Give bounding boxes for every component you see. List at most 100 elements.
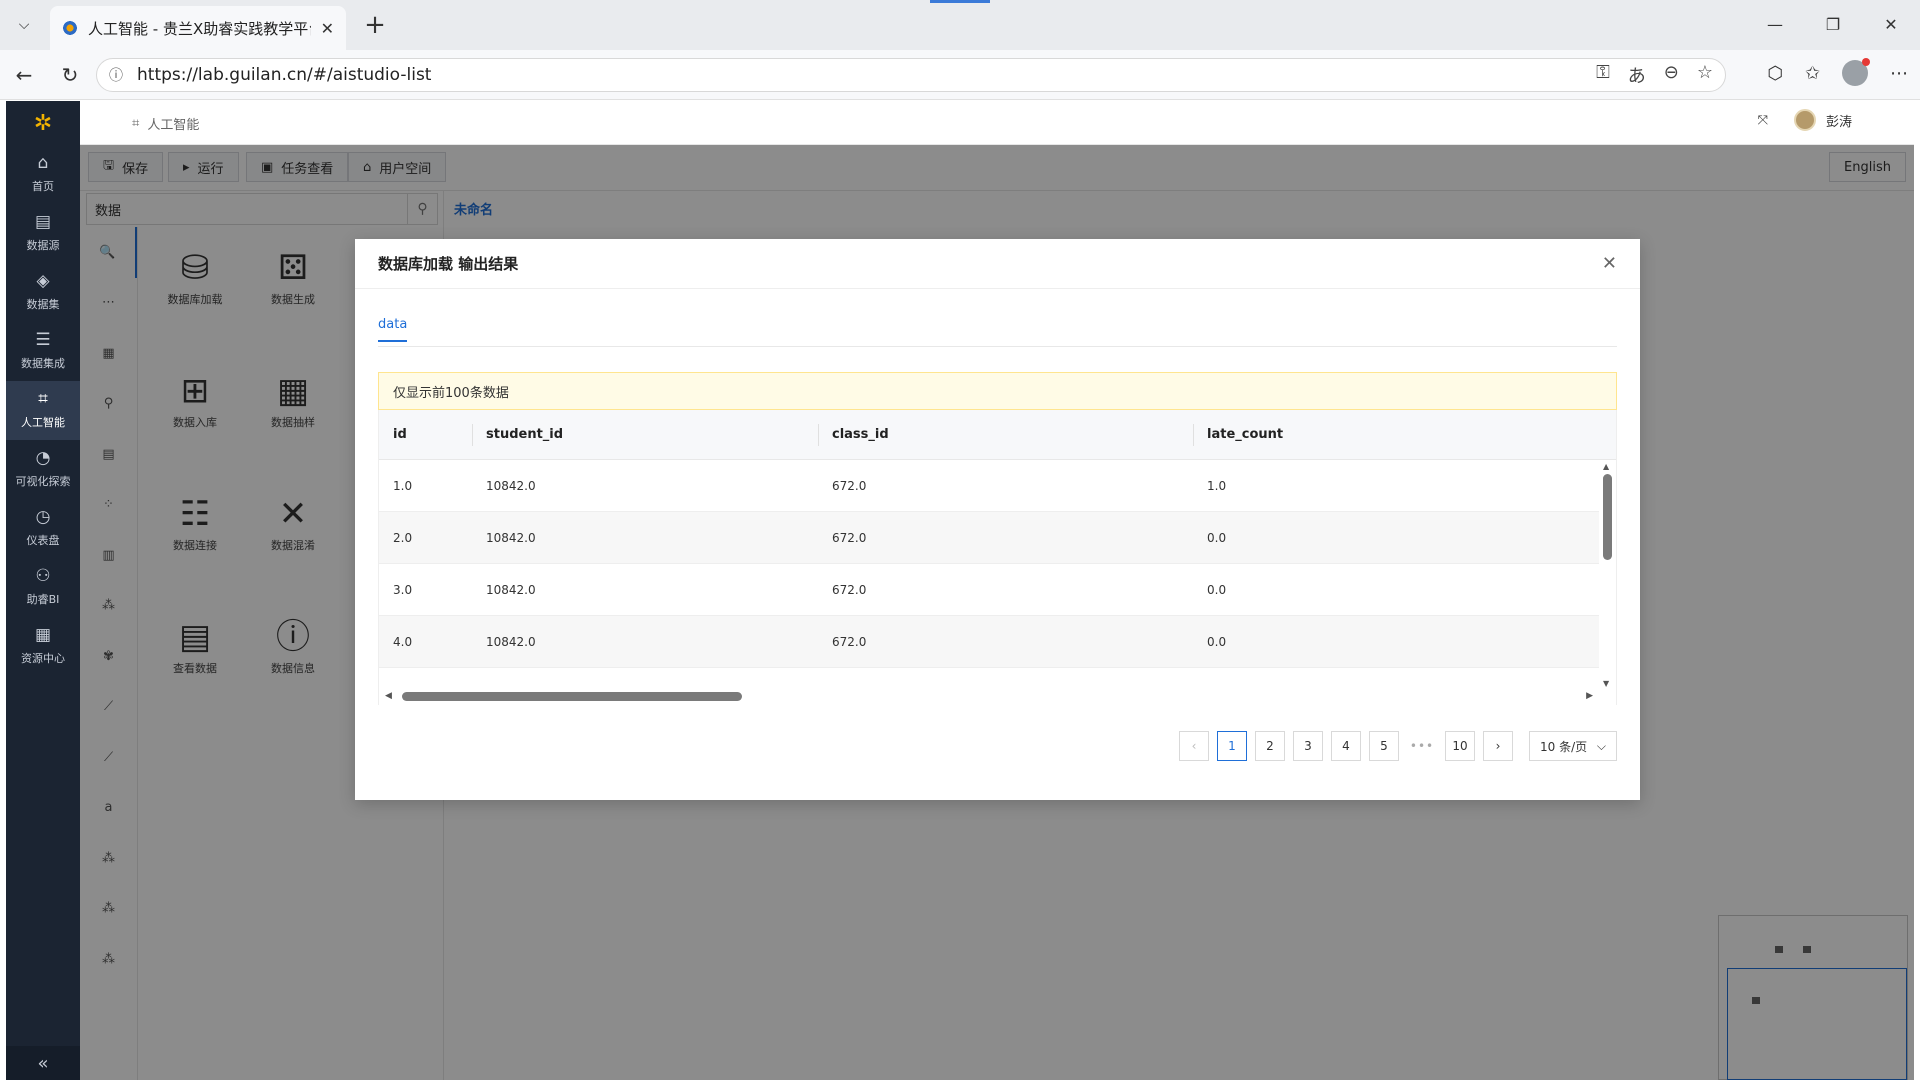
horizontal-scroll-thumb[interactable] <box>402 692 742 701</box>
nav-item-label: 助睿BI <box>26 593 60 606</box>
visual-explore-icon: ◔ <box>35 448 51 468</box>
table-body: 1.0 10842.0 672.0 1.0 2.0 10842.0 672.0 0.0 3.0 1… <box>379 460 1601 705</box>
page-size-select[interactable]: 10 条/页 ⌵ <box>1529 731 1617 761</box>
table-cell: 10842.0 <box>486 478 536 493</box>
window-close-icon[interactable]: ✕ <box>1868 8 1914 40</box>
minimize-icon[interactable]: — <box>1752 8 1798 40</box>
table-cell: 1.0 <box>1207 478 1227 493</box>
collapse-sidebar-icon[interactable]: « <box>6 1046 80 1080</box>
table-cell: 0.0 <box>1207 634 1227 649</box>
ai-breadcrumb-icon: ⌗ <box>132 116 140 131</box>
prev-page-icon[interactable]: ‹ <box>1179 731 1209 761</box>
table-row: 2.0 10842.0 672.0 0.0 <box>379 512 1601 564</box>
password-key-icon[interactable]: ⚿ <box>1596 62 1610 88</box>
nav-item-label: 数据源 <box>26 239 60 252</box>
page-size-value: 10 条/页 <box>1540 739 1588 754</box>
nav-item-dashboard[interactable]: ◷ 仪表盘 <box>6 499 80 558</box>
back-arrow-icon[interactable]: ← <box>8 60 40 90</box>
nav-item-label: 可视化探索 <box>15 475 71 488</box>
scroll-left-icon[interactable]: ◀ <box>385 691 392 701</box>
column-header-class-id[interactable]: class_id <box>818 410 1193 459</box>
table-row: 1.0 10842.0 672.0 1.0 <box>379 460 1601 512</box>
column-header-student-id[interactable]: student_id <box>472 410 818 459</box>
page-button-1[interactable]: 1 <box>1217 731 1247 761</box>
browser-address-bar: ← ↻ ⓘ https://lab.guilan.cn/#/aistudio-l… <box>0 50 1920 100</box>
table-header: id student_id class_id late_count <box>379 410 1616 460</box>
nav-item-label: 数据集成 <box>21 357 65 370</box>
page-button-last[interactable]: 10 <box>1445 731 1475 761</box>
page-button-3[interactable]: 3 <box>1293 731 1323 761</box>
modal-close-icon[interactable]: ✕ <box>1602 253 1617 274</box>
profile-avatar-icon[interactable] <box>1842 58 1870 86</box>
tab-close-icon[interactable]: ✕ <box>321 19 334 38</box>
nav-item-label: 首页 <box>32 180 54 193</box>
table-cell: 10842.0 <box>486 582 536 597</box>
nav-item-home[interactable]: ⌂ 首页 <box>6 145 80 204</box>
url-field[interactable]: ⓘ https://lab.guilan.cn/#/aistudio-list … <box>96 58 1726 92</box>
table-cell: 0.0 <box>1207 530 1227 545</box>
tab-data[interactable]: data <box>378 317 408 342</box>
modal-tabs: data <box>378 317 1617 347</box>
result-table: id student_id class_id late_count 1.0 10842.… <box>378 410 1617 705</box>
horizontal-scrollbar[interactable]: ◀ ▶ <box>379 688 1601 705</box>
user-menu[interactable]: 彭涛 <box>1793 109 1852 131</box>
user-avatar[interactable] <box>1793 109 1816 131</box>
dataset-icon: ◈ <box>36 271 50 291</box>
user-name[interactable]: 彭涛 <box>1826 111 1852 130</box>
fullscreen-icon[interactable]: ⤧ <box>1758 113 1768 128</box>
tab-list-chevron-icon[interactable]: ⌵ <box>6 8 42 42</box>
page-button-5[interactable]: 5 <box>1369 731 1399 761</box>
nav-item-resource-center[interactable]: ▦ 资源中心 <box>6 617 80 676</box>
breadcrumb: ⌗ 人工智能 <box>132 114 199 133</box>
vertical-scroll-thumb[interactable] <box>1603 474 1612 560</box>
dashboard-icon: ◷ <box>35 507 51 527</box>
translate-icon[interactable]: あ <box>1628 62 1646 88</box>
nav-item-data-source[interactable]: ▤ 数据源 <box>6 204 80 263</box>
table-cell: 2.0 <box>393 530 413 545</box>
page-button-2[interactable]: 2 <box>1255 731 1285 761</box>
chevron-down-icon: ⌵ <box>1596 738 1606 753</box>
page-ellipsis[interactable]: ••• <box>1407 739 1437 753</box>
table-cell: 10842.0 <box>486 530 536 545</box>
browser-tab[interactable]: 人工智能 - 贵兰X助睿实践教学平台 ✕ <box>50 6 346 50</box>
nav-item-bi[interactable]: ⚇ 助睿BI <box>6 558 80 617</box>
new-tab-plus-icon[interactable]: + <box>360 10 390 40</box>
reload-icon[interactable]: ↻ <box>54 60 86 90</box>
vertical-scrollbar[interactable]: ▲ ▼ <box>1599 460 1616 690</box>
site-info-icon[interactable]: ⓘ <box>109 65 123 85</box>
table-cell: 1.0 <box>393 478 413 493</box>
extensions-icon[interactable]: ⬡ <box>1767 63 1783 84</box>
scroll-down-icon[interactable]: ▼ <box>1603 679 1609 688</box>
scroll-up-icon[interactable]: ▲ <box>1603 462 1609 471</box>
app-logo-icon[interactable]: ✲ <box>6 101 80 145</box>
table-cell: 672.0 <box>832 478 867 493</box>
tab-title: 人工智能 - 贵兰X助睿实践教学平台 <box>88 19 311 38</box>
nav-item-ai[interactable]: ⌗ 人工智能 <box>6 381 80 440</box>
more-menu-icon[interactable]: ⋯ <box>1890 63 1908 84</box>
pagination: ‹ 1 2 3 4 5 ••• 10 › 10 条/页 ⌵ <box>1179 731 1617 761</box>
nav-item-dataset[interactable]: ◈ 数据集 <box>6 263 80 322</box>
nav-item-label: 仪表盘 <box>26 534 60 547</box>
notification-dot <box>1862 58 1870 66</box>
next-page-icon[interactable]: › <box>1483 731 1513 761</box>
column-header-id[interactable]: id <box>379 410 472 459</box>
scroll-right-icon[interactable]: ▶ <box>1586 691 1593 701</box>
ai-icon: ⌗ <box>38 389 48 409</box>
app-header: ⌗ 人工智能 ⤧ 彭涛 <box>80 101 1914 145</box>
bi-icon: ⚇ <box>35 566 51 586</box>
zoom-out-icon[interactable]: ⊖ <box>1664 62 1679 88</box>
nav-item-data-integration[interactable]: ☰ 数据集成 <box>6 322 80 381</box>
column-header-late-count[interactable]: late_count <box>1193 410 1601 459</box>
favorite-star-icon[interactable]: ☆ <box>1697 62 1713 88</box>
data-source-icon: ▤ <box>34 212 52 232</box>
home-icon: ⌂ <box>37 153 49 173</box>
site-favicon-icon <box>62 20 78 36</box>
favorites-icon[interactable]: ✩ <box>1805 63 1820 84</box>
restore-icon[interactable]: ❐ <box>1810 8 1856 40</box>
table-cell: 3.0 <box>393 582 413 597</box>
page-button-4[interactable]: 4 <box>1331 731 1361 761</box>
nav-item-visual-explore[interactable]: ◔ 可视化探索 <box>6 440 80 499</box>
browser-tab-bar: ⌵ 人工智能 - 贵兰X助睿实践教学平台 ✕ + — ❐ ✕ <box>0 0 1920 50</box>
data-integration-icon: ☰ <box>35 330 51 350</box>
url-text[interactable]: https://lab.guilan.cn/#/aistudio-list <box>137 65 1596 85</box>
